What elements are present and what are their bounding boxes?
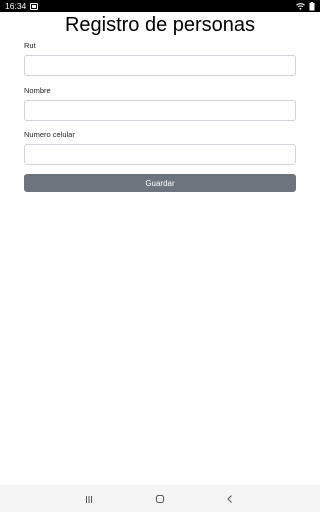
- status-time: 16:34: [5, 1, 27, 11]
- numero-celular-input[interactable]: [24, 144, 296, 165]
- back-icon[interactable]: [222, 491, 238, 507]
- status-bar: 16:34: [0, 0, 320, 12]
- wifi-icon: [296, 2, 305, 10]
- status-left: 16:34: [5, 1, 39, 11]
- navigation-bar: [0, 485, 320, 512]
- notification-icon: [30, 2, 39, 10]
- nombre-input[interactable]: [24, 100, 296, 121]
- rut-input[interactable]: [24, 55, 296, 76]
- status-right: [296, 1, 315, 11]
- recent-apps-icon[interactable]: [81, 491, 97, 507]
- numero-celular-label: Numero celular: [24, 130, 75, 139]
- content: Registro de personas: [0, 12, 320, 37]
- guardar-button[interactable]: Guardar: [24, 174, 296, 192]
- rut-label: Rut: [24, 41, 36, 50]
- home-icon[interactable]: [152, 491, 168, 507]
- page-title: Registro de personas: [64, 14, 256, 36]
- nombre-label: Nombre: [24, 86, 51, 95]
- battery-icon: [309, 1, 315, 11]
